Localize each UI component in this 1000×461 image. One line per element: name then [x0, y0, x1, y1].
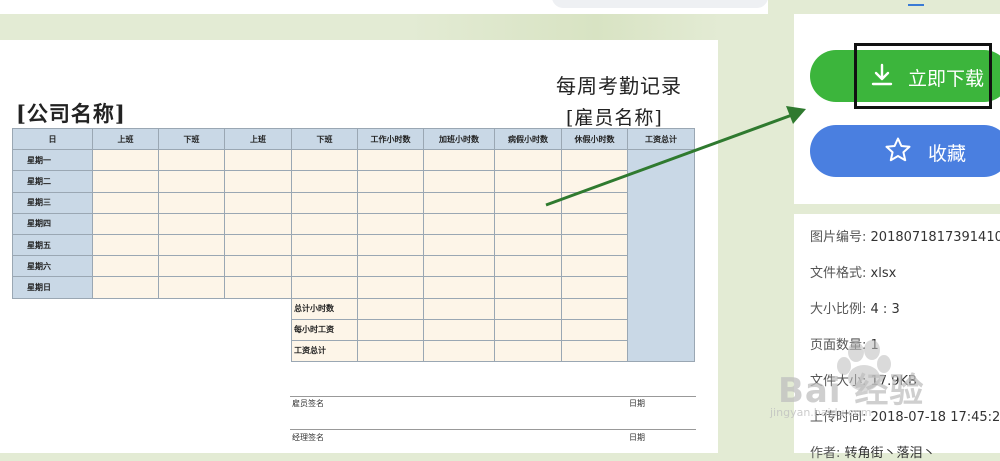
- col-header: 休假小时数: [561, 127, 628, 151]
- employee-name: [雇员名称]: [566, 107, 663, 129]
- table-row: 星期日: [12, 276, 695, 299]
- info-page-count: 页面数量: 1: [810, 338, 879, 353]
- decorative-stripe: [410, 14, 720, 40]
- date-label: 日期: [629, 433, 645, 442]
- star-icon: [885, 137, 911, 162]
- day-label: 星期三: [12, 191, 93, 214]
- summary-label: 工资总计: [291, 339, 358, 363]
- summary-label: 每小时工资: [291, 318, 358, 341]
- day-label: 星期四: [12, 212, 93, 235]
- browser-top-band: [0, 0, 924, 14]
- company-name: [公司名称]: [16, 101, 126, 126]
- tab-indicator: [908, 4, 924, 6]
- gutter: [718, 14, 768, 453]
- highlight-box: [854, 43, 992, 109]
- watermark-url: jingyan.baidu.com: [770, 406, 872, 419]
- col-header: 下班: [158, 127, 225, 151]
- table-row: 星期五: [12, 233, 695, 257]
- attendance-table: 日 上班 下班 上班 下班 工作小时数 加班小时数 病假小时数 休假小时数 工资…: [12, 127, 695, 363]
- favorite-button[interactable]: 收藏: [810, 125, 1000, 177]
- col-header: 加班小时数: [423, 127, 495, 151]
- col-header: 上班: [224, 127, 292, 151]
- info-file-format: 文件格式: xlsx: [810, 266, 897, 281]
- day-label: 星期六: [12, 255, 93, 278]
- day-label: 星期一: [12, 149, 93, 172]
- col-header: 病假小时数: [494, 127, 562, 151]
- col-header: 工资总计: [627, 127, 695, 151]
- summary-row: 总计小时数: [13, 297, 695, 320]
- col-header: 下班: [291, 127, 358, 151]
- pay-total-column: [627, 149, 695, 363]
- info-author: 作者: 转角街丶落泪丶: [810, 446, 936, 461]
- watermark-brand: Bai 经验: [778, 371, 925, 411]
- document-title: 每周考勤记录: [556, 74, 682, 98]
- employee-signature-label: 雇员签名: [292, 399, 324, 408]
- info-image-id: 图片编号: 2018071817391410: [810, 230, 1000, 245]
- summary-label: 总计小时数: [291, 297, 358, 320]
- day-label: 星期二: [12, 170, 93, 193]
- search-bar-edge[interactable]: [552, 0, 768, 8]
- table-row: 星期三: [12, 191, 695, 214]
- table-header-row: 日 上班 下班 上班 下班 工作小时数 加班小时数 病假小时数 休假小时数 工资…: [12, 127, 695, 151]
- col-header: 日: [12, 127, 93, 151]
- table-row: 星期六: [12, 255, 695, 278]
- signature-line: [290, 429, 696, 430]
- favorite-label: 收藏: [928, 143, 967, 165]
- date-label: 日期: [629, 399, 645, 408]
- info-aspect-ratio: 大小比例: 4 : 3: [810, 302, 900, 317]
- manager-signature-label: 经理签名: [292, 433, 324, 442]
- summary-row: 每小时工资: [13, 318, 695, 341]
- signature-line: [290, 396, 696, 397]
- table-row: 星期四: [12, 212, 695, 235]
- table-row: 星期一: [12, 149, 695, 363]
- summary-row: 工资总计: [13, 339, 695, 363]
- day-label: 星期五: [12, 233, 93, 257]
- day-label: 星期日: [12, 276, 93, 299]
- col-header: 工作小时数: [357, 127, 424, 151]
- col-header: 上班: [92, 127, 159, 151]
- table-row: 星期二: [12, 170, 695, 193]
